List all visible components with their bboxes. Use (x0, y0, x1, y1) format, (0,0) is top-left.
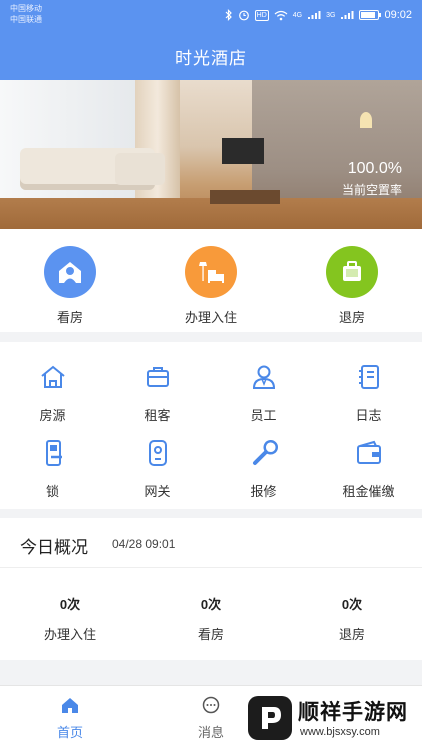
status-icons: HD 4G 3G 09:02 (225, 7, 412, 23)
house-person-icon (44, 246, 96, 298)
action-check-out[interactable]: 退房 (292, 246, 412, 326)
home-icon (62, 698, 78, 713)
action-label: 退房 (338, 310, 365, 325)
grid-label: 网关 (144, 484, 171, 499)
action-view-room[interactable]: 看房 (10, 246, 130, 326)
briefcase-icon (146, 367, 169, 387)
grid-label: 房源 (39, 408, 66, 423)
grid-item-lock[interactable]: 锁 (0, 438, 105, 500)
chat-icon (202, 696, 220, 714)
stat-check-in: 0次 办理入住 (0, 594, 140, 643)
watermark-logo-icon (248, 696, 292, 740)
network-type-1: 4G (292, 11, 303, 19)
alarm-icon (238, 10, 249, 21)
grid-label: 员工 (250, 408, 277, 423)
vacancy-rate: 100.0% 当前空置率 (342, 160, 402, 198)
grid-item-staff[interactable]: 员工 (211, 362, 316, 424)
tab-label: 首页 (56, 725, 83, 740)
grid-label: 日志 (355, 408, 382, 423)
wallet-icon (356, 440, 381, 464)
carrier-info: 中国移动 中国联通 (10, 3, 42, 25)
carrier-2: 中国联通 (10, 15, 42, 24)
grid-label: 锁 (45, 484, 59, 499)
status-time: 09:02 (384, 9, 412, 21)
signal-icon (308, 11, 321, 19)
wrench-icon (252, 440, 278, 465)
banner-armchair (115, 153, 165, 185)
watermark: 顺祥手游网 www.bjsxsy.com (246, 690, 416, 746)
bluetooth-icon (225, 9, 232, 21)
grid-item-gateway[interactable]: 网关 (105, 438, 210, 500)
feature-grid: 房源 租客 员工 日志 锁 网关 报修 租金催缴 (0, 342, 422, 509)
stat-label: 退房 (338, 627, 365, 642)
grid-item-logs[interactable]: 日志 (316, 362, 421, 424)
notebook-icon (358, 365, 379, 389)
vacancy-value: 100.0% (347, 160, 402, 177)
today-overview: 今日概况 04/28 09:01 0次 办理入住 0次 看房 0次 退房 (0, 518, 422, 660)
banner-lamp (360, 112, 372, 128)
page-title: 时光酒店 (175, 49, 247, 68)
primary-actions: 看房 办理入住 退房 (0, 229, 422, 332)
stat-count: 0次 (341, 597, 363, 612)
grid-label: 报修 (250, 484, 277, 499)
grid-item-tenants[interactable]: 租客 (105, 362, 210, 424)
banner-table (210, 190, 280, 204)
grid-item-rooms[interactable]: 房源 (0, 362, 105, 424)
status-bar: 中国移动 中国联通 HD 4G 3G 09:02 (0, 0, 422, 30)
banner-tv (222, 138, 264, 164)
stat-label: 办理入住 (43, 627, 96, 642)
hd-badge: HD (254, 9, 269, 21)
house-icon (40, 365, 65, 388)
today-header: 今日概况 04/28 09:01 (0, 518, 422, 568)
gateway-icon (148, 440, 167, 466)
battery-icon (359, 10, 382, 20)
action-check-in[interactable]: 办理入住 (151, 246, 271, 326)
wifi-icon (274, 10, 288, 20)
watermark-name: 顺祥手游网 (298, 701, 408, 724)
today-title: 今日概况 (20, 538, 88, 557)
today-datetime: 04/28 09:01 (112, 537, 176, 551)
lamp-bed-icon (185, 246, 237, 298)
network-type-2: 3G (326, 11, 336, 19)
app-header: 中国移动 中国联通 HD 4G 3G 09:02 时光酒店 (0, 0, 422, 80)
carrier-1: 中国移动 (10, 4, 42, 13)
grid-item-rent-reminder[interactable]: 租金催缴 (316, 438, 421, 500)
grid-label: 租金催缴 (342, 484, 395, 499)
grid-item-repair[interactable]: 报修 (211, 438, 316, 500)
stat-count: 0次 (200, 597, 222, 612)
banner-curtain (135, 80, 180, 210)
watermark-url: www.bjsxsy.com (300, 726, 380, 738)
tab-home[interactable]: 首页 (20, 696, 120, 741)
action-label: 办理入住 (184, 310, 237, 325)
hero-banner: 100.0% 当前空置率 (0, 80, 422, 229)
stat-label: 看房 (197, 627, 224, 642)
stat-count: 0次 (59, 597, 81, 612)
grid-label: 租客 (144, 408, 171, 423)
staff-icon (252, 365, 275, 389)
signal-icon (341, 11, 354, 19)
stat-check-out: 0次 退房 (282, 594, 422, 643)
door-lock-icon (45, 440, 62, 466)
action-label: 看房 (56, 310, 83, 325)
stat-view-room: 0次 看房 (141, 594, 281, 643)
vacancy-label: 当前空置率 (341, 183, 402, 197)
luggage-icon (326, 246, 378, 298)
